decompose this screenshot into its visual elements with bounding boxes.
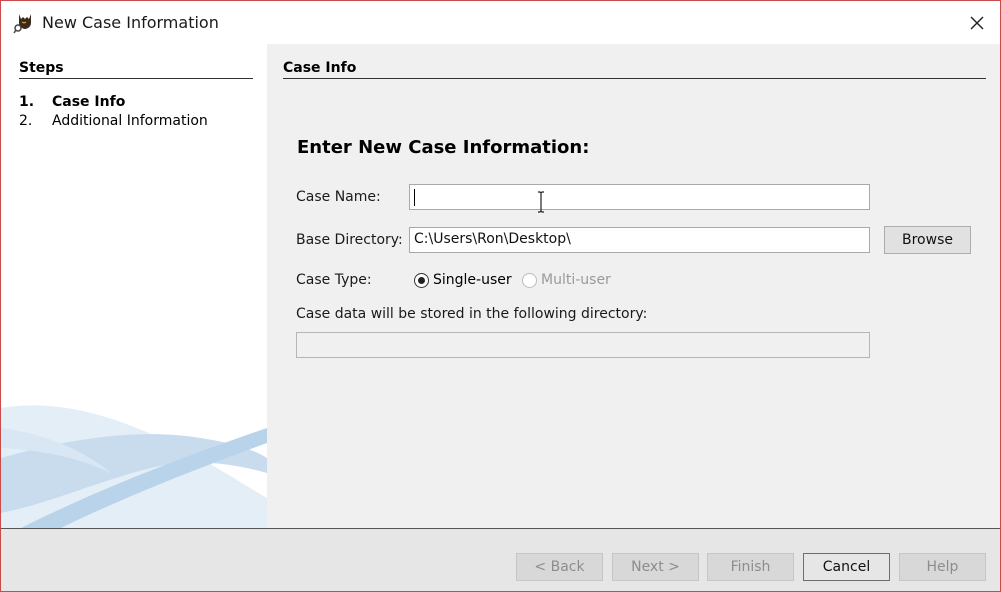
section-divider [283, 78, 986, 79]
multi-user-label: Multi-user [541, 272, 611, 288]
section-title: Case Info [283, 60, 357, 76]
case-info-panel: Case Info Enter New Case Information: Ca… [267, 44, 1000, 528]
multi-user-radio: Multi-user [522, 270, 611, 290]
steps-header: Steps [19, 60, 64, 76]
next-button: Next > [612, 553, 699, 581]
radio-unselected-icon [522, 272, 537, 288]
case-name-input[interactable] [409, 184, 870, 210]
base-directory-label: Base Directory: [296, 232, 403, 248]
help-button: Help [899, 553, 986, 581]
step-number: 1. [19, 94, 35, 110]
steps-divider [19, 78, 253, 79]
case-type-label: Case Type: [296, 272, 372, 288]
single-user-radio[interactable]: Single-user [414, 270, 512, 290]
window-title: New Case Information [42, 13, 219, 32]
back-button: < Back [516, 553, 603, 581]
finish-button: Finish [707, 553, 794, 581]
wizard-footer: < Back Next > Finish Cancel Help [1, 528, 1000, 591]
radio-selected-icon [414, 272, 429, 288]
autopsy-dog-icon [13, 12, 35, 34]
step-item-additional-information: 2. Additional Information [19, 113, 208, 129]
form-heading: Enter New Case Information: [297, 137, 590, 158]
base-directory-input[interactable]: C:\Users\Ron\Desktop\ [409, 227, 870, 253]
text-cursor-icon [538, 191, 544, 213]
storage-directory-field [296, 332, 870, 358]
close-icon [970, 16, 984, 29]
single-user-label: Single-user [433, 272, 512, 288]
step-label: Additional Information [52, 113, 208, 129]
steps-panel: Steps 1. Case Info 2. Additional Informati… [1, 44, 267, 528]
text-caret [414, 189, 415, 206]
storage-directory-label: Case data will be stored in the followin… [296, 306, 648, 322]
close-button[interactable] [954, 1, 1000, 44]
new-case-dialog: New Case Information Steps 1. Case Info 2… [0, 0, 1001, 592]
step-item-case-info: 1. Case Info [19, 94, 125, 110]
decorative-swoosh [1, 405, 267, 528]
case-name-label: Case Name: [296, 189, 381, 205]
browse-button[interactable]: Browse [884, 226, 971, 254]
title-bar: New Case Information [1, 1, 1000, 44]
cancel-button[interactable]: Cancel [803, 553, 890, 581]
step-label: Case Info [52, 94, 126, 110]
step-number: 2. [19, 113, 33, 129]
